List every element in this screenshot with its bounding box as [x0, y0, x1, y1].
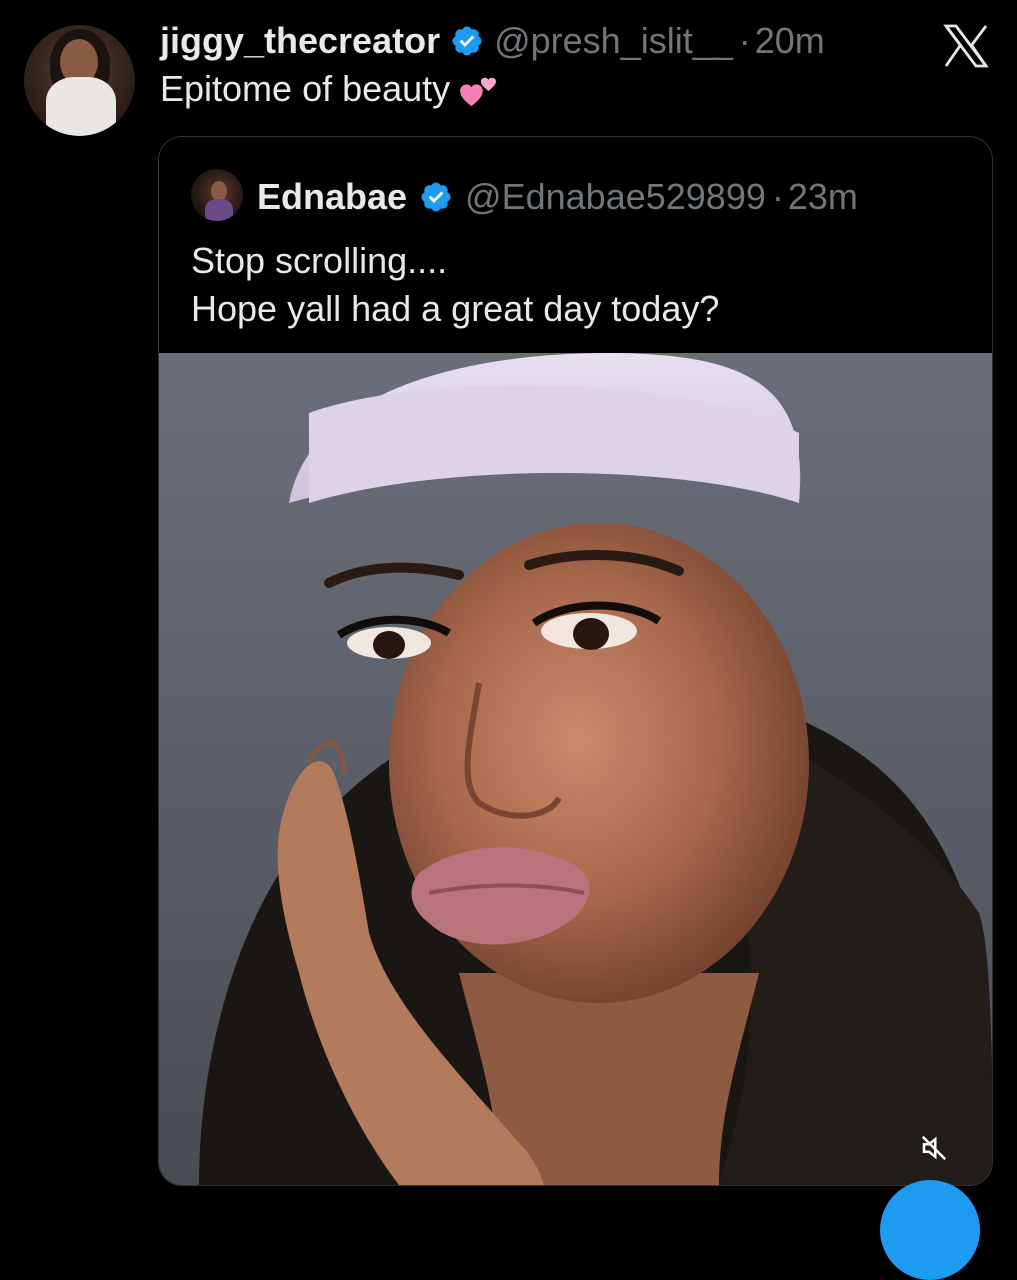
tweet-text-content: Epitome of beauty — [160, 68, 451, 109]
quoted-video[interactable] — [159, 353, 992, 1185]
quoted-display-name[interactable]: Ednabae — [257, 176, 407, 218]
author-handle[interactable]: @presh_islit__ — [494, 20, 733, 62]
tweet-header: jiggy_thecreator @presh_islit__ · 20m — [160, 18, 825, 64]
tweet-text: Epitome of beauty — [160, 68, 498, 110]
quoted-tweet-header: Ednabae @Ednabae529899 · 23m — [257, 175, 858, 219]
author-display-name[interactable]: jiggy_thecreator — [160, 20, 440, 62]
quoted-text-line: Hope yall had a great day today? — [191, 288, 720, 329]
x-logo-icon — [943, 24, 989, 68]
verified-badge-icon — [421, 182, 451, 212]
avatar-top — [46, 77, 116, 136]
compose-button[interactable] — [880, 1180, 980, 1280]
quoted-text-line: Stop scrolling.... — [191, 240, 448, 281]
quoted-author-avatar[interactable] — [191, 169, 243, 221]
verified-badge-icon — [452, 26, 482, 56]
video-frame — [199, 353, 992, 1185]
author-avatar[interactable] — [24, 25, 135, 136]
two-hearts-emoji — [460, 78, 497, 107]
tweet[interactable]: jiggy_thecreator @presh_islit__ · 20m Ep… — [0, 0, 1017, 1280]
quoted-tweet-card[interactable]: Ednabae @Ednabae529899 · 23m Stop scroll… — [158, 136, 993, 1186]
quoted-avatar-top — [205, 199, 233, 221]
separator-dot: · — [738, 20, 751, 61]
quoted-timestamp[interactable]: 23m — [788, 176, 858, 218]
quoted-handle[interactable]: @Ednabae529899 — [465, 176, 766, 218]
quoted-avatar-face — [211, 181, 227, 201]
separator-dot: · — [771, 176, 784, 217]
tweet-timestamp[interactable]: 20m — [755, 20, 825, 62]
quoted-tweet-text: Stop scrolling.... Hope yall had a great… — [191, 237, 719, 333]
volume-muted-icon[interactable] — [919, 1133, 949, 1163]
